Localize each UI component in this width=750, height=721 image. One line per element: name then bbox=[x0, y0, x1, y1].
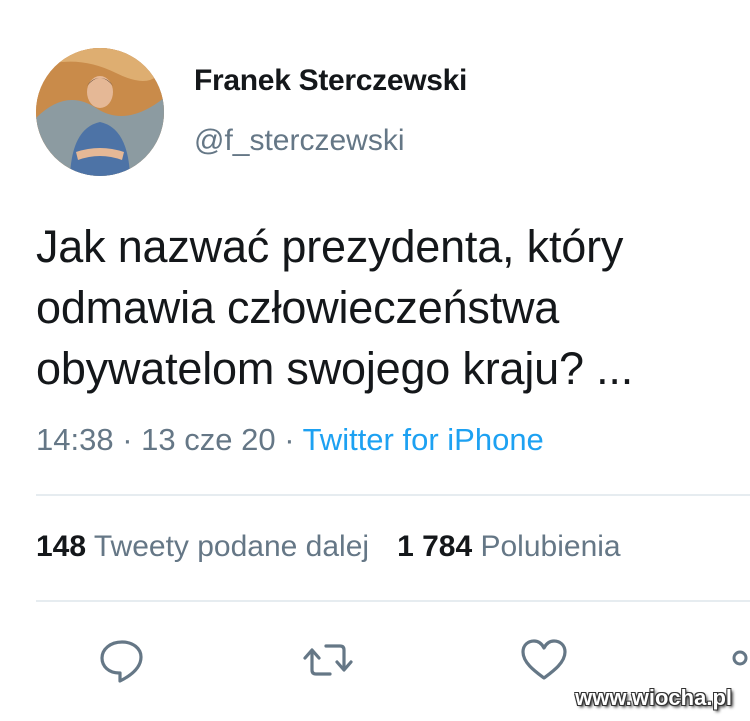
tweet-date[interactable]: 13 cze 20 bbox=[141, 422, 275, 457]
retweets-stat[interactable]: 148 Tweety podane dalej bbox=[36, 530, 369, 564]
share-button[interactable] bbox=[724, 632, 750, 688]
author-handle[interactable]: @f_sterczewski bbox=[194, 124, 405, 158]
like-button[interactable] bbox=[516, 632, 572, 688]
retweets-count: 148 bbox=[36, 530, 87, 563]
tweet-source-link[interactable]: Twitter for iPhone bbox=[303, 422, 544, 457]
tweet-text: Jak nazwać prezydenta, który odmawia czł… bbox=[36, 216, 736, 399]
speech-bubble-icon bbox=[100, 640, 143, 683]
tweet-meta: 14:38 · 13 cze 20 · Twitter for iPhone bbox=[36, 422, 544, 458]
avatar[interactable] bbox=[36, 48, 164, 176]
tweet-text-line: Jak nazwać prezydenta, który bbox=[36, 221, 624, 272]
divider bbox=[36, 494, 750, 496]
retweet-button[interactable] bbox=[300, 632, 356, 688]
author-name[interactable]: Franek Sterczewski bbox=[194, 64, 467, 98]
tweet-text-line: odmawia człowieczeństwa bbox=[36, 282, 560, 333]
divider bbox=[36, 600, 750, 602]
meta-separator: · bbox=[275, 422, 303, 457]
avatar-photo bbox=[36, 48, 164, 176]
likes-label: Polubienia bbox=[480, 530, 621, 563]
share-icon bbox=[732, 650, 748, 666]
heart-icon bbox=[521, 639, 567, 680]
action-bar bbox=[0, 632, 750, 688]
tweet-card: Franek Sterczewski @f_sterczewski Jak na… bbox=[0, 0, 750, 721]
tweet-text-line: obywatelom swojego kraju? ... bbox=[36, 343, 633, 394]
tweet-stats: 148 Tweety podane dalej 1 784 Polubienia bbox=[36, 530, 621, 564]
meta-separator: · bbox=[113, 422, 142, 457]
retweet-arrows-icon bbox=[303, 644, 353, 676]
reply-button[interactable] bbox=[94, 632, 150, 688]
tweet-time[interactable]: 14:38 bbox=[36, 422, 114, 457]
watermark-text: www.wiocha.pl bbox=[575, 685, 732, 710]
likes-stat[interactable]: 1 784 Polubienia bbox=[397, 530, 621, 564]
retweets-label: Tweety podane dalej bbox=[93, 530, 370, 563]
likes-count: 1 784 bbox=[397, 530, 473, 563]
